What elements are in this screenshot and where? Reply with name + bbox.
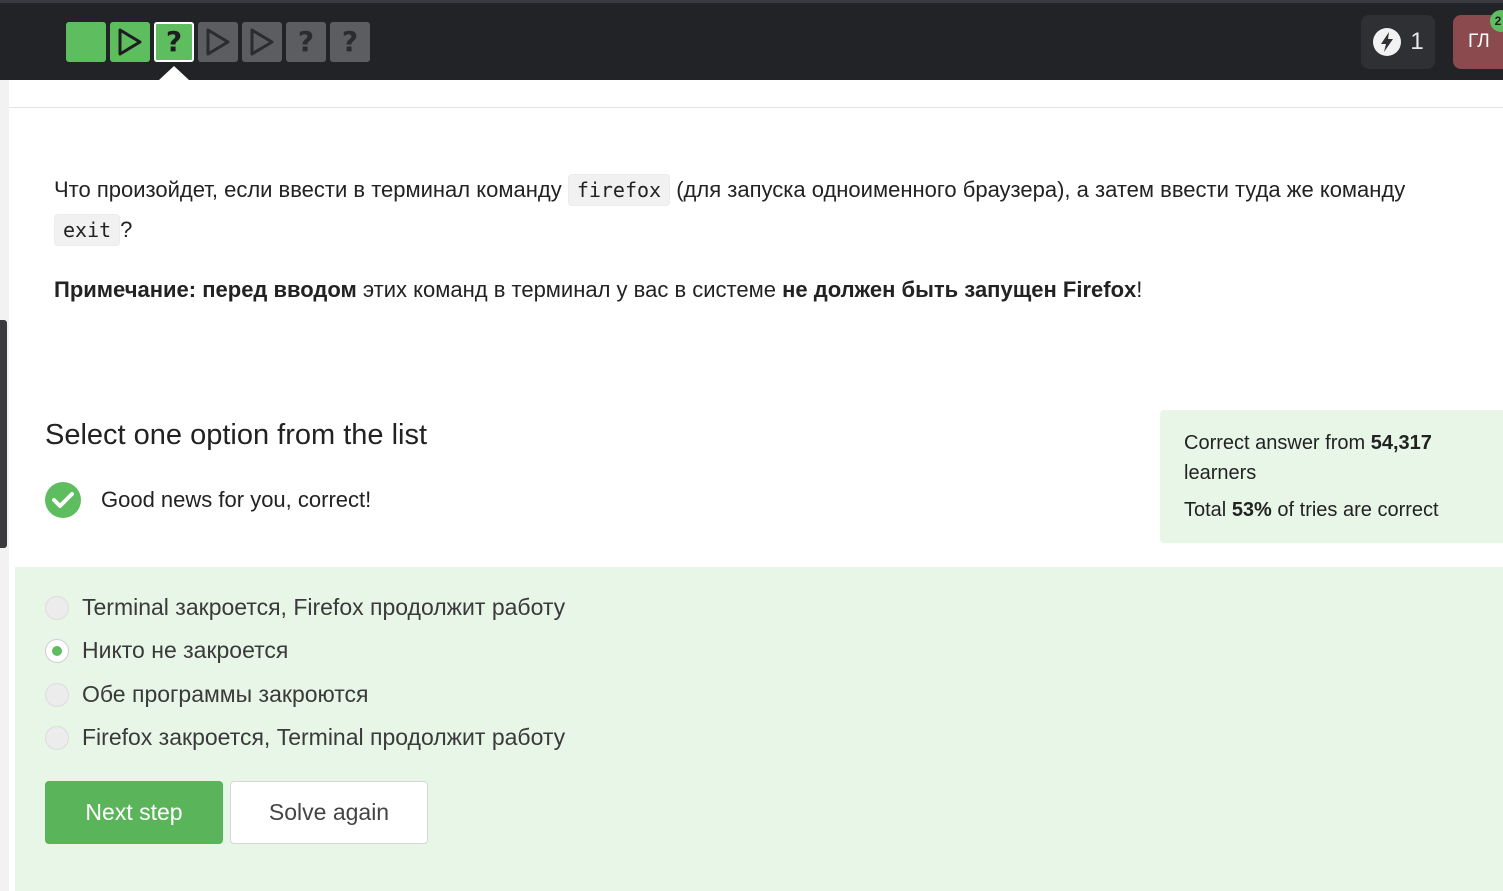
stats-text: of tries are correct (1271, 499, 1439, 521)
question-text-part: Что произойдет, если ввести в терминал к… (54, 177, 568, 202)
learners-count: 54,317 (1370, 432, 1432, 454)
code-firefox: firefox (567, 174, 671, 206)
answer-stats: Correct answer from 54,317 learners Tota… (1160, 410, 1503, 543)
option-label: Terminal закроется, Firefox продолжит ра… (82, 594, 566, 620)
radio-button[interactable] (45, 595, 69, 620)
question-text-part: ? (120, 217, 133, 242)
question-mark-icon: ? (297, 25, 315, 58)
top-bar-edge (0, 0, 1503, 3)
play-icon (206, 28, 230, 56)
stats-text: learners (1184, 462, 1257, 484)
step-progress: ? ? ? (66, 22, 370, 62)
stats-line-2: Total 53% of tries are correct (1184, 495, 1479, 525)
stats-line-1: Correct answer from 54,317 learners (1184, 428, 1479, 488)
radio-dot (52, 645, 62, 656)
option-label: Никто не закроется (82, 637, 289, 663)
quiz-title: Select one option from the list (45, 419, 428, 451)
option-label: Обе программы закроются (82, 681, 369, 707)
question-text: Что произойдет, если ввести в терминал к… (54, 170, 1474, 250)
step-1-text[interactable] (66, 22, 106, 62)
option-3[interactable]: Обе программы закроются (45, 681, 369, 708)
next-step-button[interactable]: Next step (45, 781, 223, 844)
step-5-video[interactable] (242, 22, 282, 62)
note-bold: не должен быть запущен Firefox (782, 277, 1137, 302)
energy-count: 1 (1410, 28, 1424, 55)
avatar-initials: ГЛ (1468, 31, 1490, 52)
code-exit: exit (54, 214, 121, 246)
solve-again-button[interactable]: Solve again (230, 781, 428, 844)
lightning-icon (1373, 28, 1402, 56)
question-text-part: (для запуска одноименного браузера), а з… (670, 177, 1406, 202)
stats-text: Total (1184, 499, 1232, 521)
energy-button[interactable]: 1 (1361, 15, 1435, 69)
feedback-text: Good news for you, correct! (101, 487, 372, 512)
option-label: Firefox закроется, Terminal продолжит ра… (82, 724, 566, 750)
step-3-quiz[interactable]: ? (154, 22, 194, 62)
left-scroll-strip (0, 80, 9, 891)
play-icon (118, 28, 142, 56)
stats-text: Correct answer from (1184, 432, 1371, 454)
option-4[interactable]: Firefox закроется, Terminal продолжит ра… (45, 724, 565, 751)
radio-button[interactable] (45, 682, 69, 707)
question-mark-icon: ? (165, 25, 183, 58)
radio-button-selected[interactable] (45, 638, 69, 663)
note-bold: Примечание: перед вводом (54, 277, 357, 302)
step-6-quiz[interactable]: ? (286, 22, 326, 62)
step-4-video[interactable] (198, 22, 238, 62)
question-note: Примечание: перед вводом этих команд в т… (54, 275, 1474, 305)
top-bar: ? ? ? 1 ГЛ 2 (0, 0, 1503, 80)
scrollbar-thumb[interactable] (0, 320, 7, 548)
option-2[interactable]: Никто не закроется (45, 637, 288, 664)
play-icon (250, 28, 274, 56)
divider (9, 107, 1503, 108)
check-circle-icon (45, 482, 81, 518)
step-7-quiz[interactable]: ? (330, 22, 370, 62)
question-mark-icon: ? (341, 25, 359, 58)
option-1[interactable]: Terminal закроется, Firefox продолжит ра… (45, 594, 565, 621)
step-2-video[interactable] (110, 22, 150, 62)
correct-feedback: Good news for you, correct! (45, 482, 371, 518)
radio-button[interactable] (45, 725, 69, 750)
note-text: этих команд в терминал у вас в системе (356, 277, 783, 302)
current-step-pointer (159, 66, 189, 80)
note-text: ! (1136, 277, 1143, 302)
correct-percent: 53% (1231, 499, 1272, 521)
